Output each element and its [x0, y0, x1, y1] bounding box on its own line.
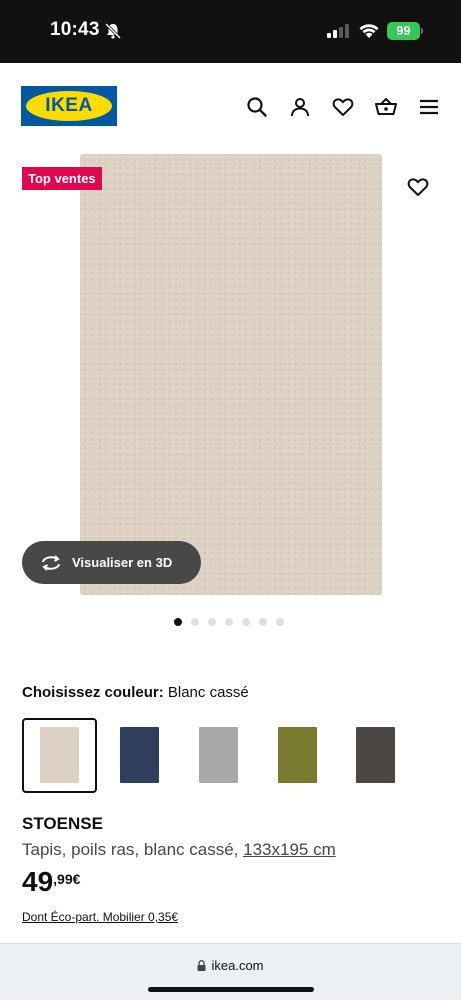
view-3d-button[interactable]: Visualiser en 3D [22, 541, 201, 584]
url-text: ikea.com [211, 958, 264, 973]
status-bar: 10:43 99 [0, 0, 461, 63]
home-indicator [148, 987, 314, 992]
carousel-dot[interactable] [225, 618, 233, 626]
url-field[interactable]: ikea.com [0, 958, 461, 973]
view-3d-label: Visualiser en 3D [72, 555, 173, 570]
wishlist-icon[interactable] [331, 95, 355, 119]
color-swatch-image [199, 727, 238, 783]
price-integer: 49 [22, 866, 54, 897]
top-sales-badge: Top ventes [22, 167, 102, 190]
carousel-dot[interactable] [242, 618, 250, 626]
carousel-dot[interactable] [259, 618, 267, 626]
logo-text: IKEA [45, 95, 93, 116]
color-swatch-option[interactable] [102, 718, 177, 793]
search-icon[interactable] [245, 95, 269, 119]
color-value: Blanc cassé [167, 684, 249, 701]
color-swatch-option[interactable] [22, 718, 97, 793]
product-price: 49,99€ [22, 866, 80, 898]
rotate-3d-icon [42, 554, 60, 571]
basket-icon[interactable] [374, 95, 398, 119]
signal-icon [327, 24, 349, 38]
eco-participation-link[interactable]: Dont Éco-part. Mobilier 0,35€ [22, 910, 178, 924]
color-swatch-option[interactable] [260, 718, 335, 793]
product-name: STOENSE [22, 814, 103, 833]
color-swatch-image [120, 727, 159, 783]
price-decimal: ,99€ [53, 871, 81, 887]
color-swatches [22, 718, 461, 793]
product-image[interactable] [80, 154, 382, 595]
color-swatch-image [278, 727, 317, 783]
carousel-dot[interactable] [174, 618, 182, 626]
color-swatch-option[interactable] [338, 718, 413, 793]
carousel-dot[interactable] [191, 618, 199, 626]
favorite-heart-icon[interactable] [406, 175, 430, 199]
color-swatch-image [356, 727, 395, 783]
site-header: IKEA [0, 63, 461, 149]
wifi-icon [359, 24, 379, 38]
carousel-dot[interactable] [208, 618, 216, 626]
browser-address-bar: ikea.com [0, 943, 461, 1000]
account-icon[interactable] [288, 95, 312, 119]
battery-tip [421, 28, 423, 34]
ikea-logo[interactable]: IKEA [21, 86, 117, 126]
description-text: Tapis, poils ras, blanc cassé, [22, 840, 239, 859]
color-heading: Choisissez couleur: Blanc cassé [22, 684, 249, 701]
carousel-dot[interactable] [276, 618, 284, 626]
lock-icon [197, 960, 206, 971]
battery-indicator: 99 [387, 22, 420, 40]
color-swatch-option[interactable] [181, 718, 256, 793]
size-link[interactable]: 133x195 cm [243, 840, 336, 859]
carousel-dots [174, 618, 284, 626]
color-label: Choisissez couleur: [22, 684, 164, 701]
status-time: 10:43 [50, 19, 100, 40]
product-description: Tapis, poils ras, blanc cassé, 133x195 c… [22, 840, 336, 860]
menu-icon[interactable] [417, 95, 441, 119]
bell-muted-icon [104, 22, 122, 40]
color-swatch-image [40, 727, 79, 783]
